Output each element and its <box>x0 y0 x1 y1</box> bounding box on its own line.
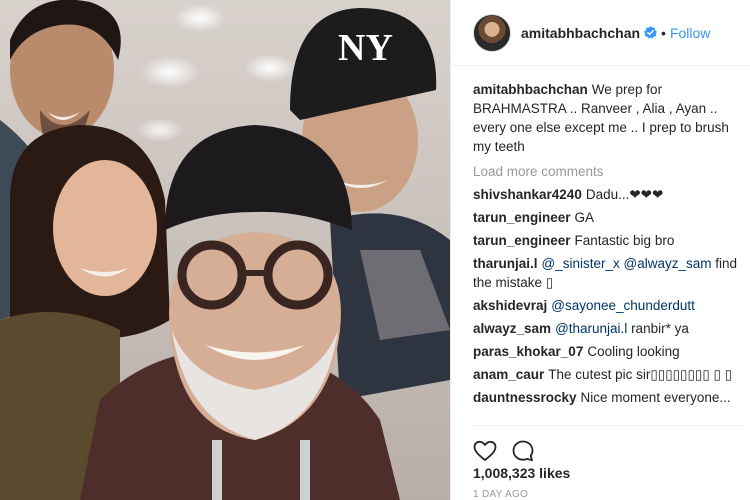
heart-outline-icon[interactable] <box>473 439 497 463</box>
post-date: 1 DAY AGO <box>473 489 529 500</box>
comment-text: The cutest pic sir▯▯▯▯▯▯▯▯ ▯ ▯ <box>548 367 733 382</box>
comment-mention[interactable]: @_sinister_x @alwayz_sam <box>542 256 712 271</box>
post-photo[interactable]: NY <box>0 0 450 500</box>
comment-text: Nice moment everyone... <box>580 390 731 405</box>
comment-username[interactable]: anam_caur <box>473 367 544 382</box>
comment-username[interactable]: dauntnessrocky <box>473 390 577 405</box>
comment-username[interactable]: paras_khokar_07 <box>473 344 583 359</box>
comment-text: Dadu...❤❤❤ <box>585 187 664 202</box>
post-caption: amitabhbachchan We prep for BRAHMASTRA ..… <box>473 80 743 156</box>
comment-list[interactable]: amitabhbachchan We prep for BRAHMASTRA ..… <box>473 66 743 416</box>
comment-username[interactable]: alwayz_sam <box>473 321 551 336</box>
post-header: amitabhbachchan • Follow <box>451 0 750 66</box>
post-side-panel: amitabhbachchan • Follow amitabhbachchan… <box>450 0 750 500</box>
avatar[interactable] <box>473 13 511 52</box>
comment-item: tarun_engineer Fantastic big bro <box>473 231 743 250</box>
comment-item: tharunjai.l @_sinister_x @alwayz_sam find… <box>473 254 743 292</box>
comment-mention[interactable]: @tharunjai.l <box>555 321 627 336</box>
load-more-comments-button[interactable]: Load more comments <box>473 162 743 181</box>
comment-item: alwayz_sam @tharunjai.l ranbir* ya <box>473 319 743 338</box>
comment-text: Cooling looking <box>587 344 680 359</box>
comment-item: dauntnessrocky Nice moment everyone... <box>473 388 743 407</box>
comment-text: ranbir* ya <box>627 321 689 336</box>
comment-text: Fantastic big bro <box>574 233 675 248</box>
comment-mention[interactable]: @sayonee_chunderdutt <box>551 298 695 313</box>
caption-username[interactable]: amitabhbachchan <box>473 82 588 97</box>
post-actions <box>473 425 743 465</box>
comment-item: shivshankar4240 Dadu...❤❤❤ <box>473 185 743 204</box>
comment-username[interactable]: tarun_engineer <box>473 210 571 225</box>
like-count[interactable]: 1,008,323 likes <box>473 465 570 481</box>
comment-username[interactable]: akshidevraj <box>473 298 547 313</box>
comment-item: anam_caur The cutest pic sir▯▯▯▯▯▯▯▯ ▯ ▯ <box>473 365 743 384</box>
svg-text:NY: NY <box>338 27 393 69</box>
comment-text: GA <box>574 210 595 225</box>
verified-badge-icon <box>644 26 658 39</box>
comment-username[interactable]: tarun_engineer <box>473 233 571 248</box>
comment-item: akshidevraj @sayonee_chunderdutt <box>473 296 743 315</box>
selfie-image: NY <box>0 0 450 500</box>
post-username[interactable]: amitabhbachchan <box>521 25 640 41</box>
comment-username[interactable]: tharunjai.l <box>473 256 538 271</box>
speech-bubble-icon[interactable] <box>511 439 535 463</box>
header-separator: • <box>661 24 666 41</box>
comment-item: paras_khokar_07 Cooling looking <box>473 342 743 361</box>
comment-username[interactable]: shivshankar4240 <box>473 187 582 202</box>
follow-button[interactable]: Follow <box>670 25 710 41</box>
comment-item: tarun_engineer GA <box>473 208 743 227</box>
